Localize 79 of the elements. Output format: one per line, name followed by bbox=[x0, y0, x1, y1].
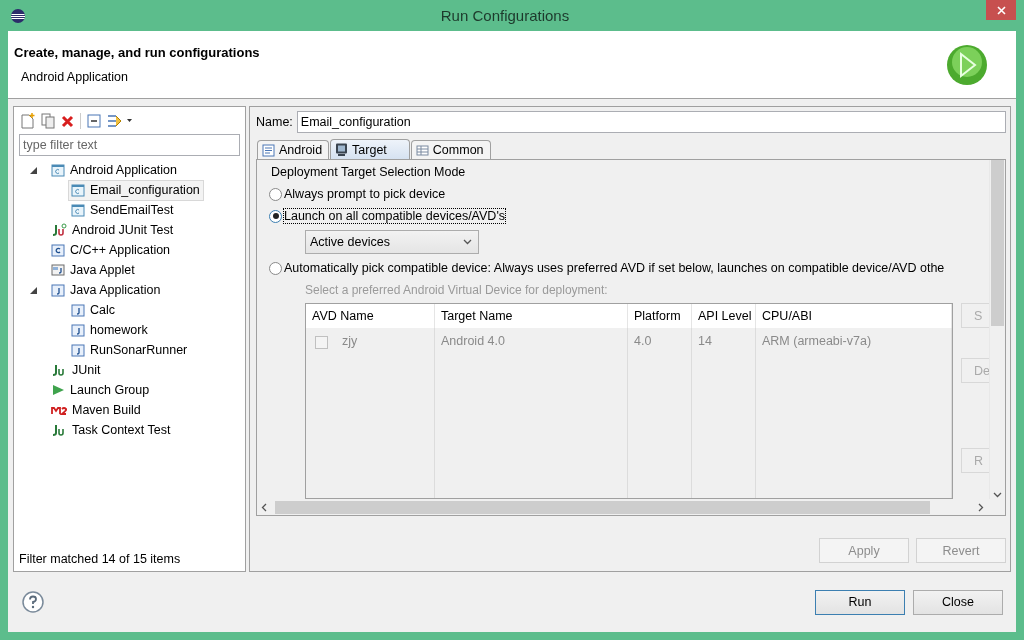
java-file-icon bbox=[71, 303, 85, 317]
play-icon bbox=[51, 383, 65, 397]
table-cell: Android 4.0 bbox=[441, 334, 505, 348]
java-file-icon bbox=[51, 283, 65, 297]
help-icon[interactable] bbox=[22, 591, 44, 613]
scroll-left-icon[interactable] bbox=[260, 502, 269, 512]
launch-config-icon bbox=[71, 203, 85, 217]
java-file-icon bbox=[71, 343, 85, 357]
delete-icon[interactable] bbox=[61, 114, 74, 128]
tree-item[interactable]: SendEmailTest bbox=[68, 199, 178, 221]
junit-icon bbox=[51, 423, 67, 437]
device-dropdown[interactable]: Active devices bbox=[305, 230, 479, 254]
tab[interactable]: Common bbox=[410, 140, 491, 159]
name-field[interactable]: Email_configuration bbox=[296, 111, 1006, 133]
launch-config-icon bbox=[51, 163, 65, 177]
column-header[interactable]: Platform bbox=[628, 304, 692, 328]
run-button[interactable]: Run bbox=[815, 589, 905, 615]
close-dialog-button[interactable]: Close bbox=[913, 589, 1003, 615]
tree-item[interactable]: Java Applet bbox=[48, 259, 139, 281]
radio-button[interactable] bbox=[269, 209, 282, 223]
tree-item[interactable]: Java Application bbox=[48, 279, 165, 301]
column-header[interactable]: AVD Name bbox=[306, 304, 435, 328]
header-title: Create, manage, and run configurations bbox=[14, 45, 261, 60]
eclipse-icon bbox=[10, 7, 26, 24]
vertical-scrollbar[interactable] bbox=[989, 160, 1005, 499]
tree-item[interactable]: Email_configuration bbox=[68, 179, 204, 201]
radio-button[interactable] bbox=[269, 187, 282, 201]
tree-item[interactable]: Launch Group bbox=[48, 379, 154, 401]
radio-button[interactable] bbox=[269, 261, 282, 275]
tree-item[interactable]: JUnit bbox=[48, 359, 105, 381]
run-icon bbox=[946, 43, 988, 86]
new-config-icon[interactable] bbox=[21, 113, 35, 129]
filter-status: Filter matched 14 of 15 items bbox=[19, 552, 182, 566]
tree-item[interactable]: RunSonarRunner bbox=[68, 339, 192, 361]
close-icon bbox=[996, 5, 1006, 15]
junit-icon bbox=[51, 363, 67, 377]
table-icon bbox=[415, 143, 429, 157]
window-title: Run Configurations bbox=[439, 7, 571, 24]
checkbox[interactable] bbox=[315, 336, 328, 349]
cpp-file-icon bbox=[51, 243, 65, 257]
tree-item[interactable]: Calc bbox=[68, 299, 119, 321]
junit-icon bbox=[51, 223, 67, 237]
tree-item[interactable]: C/C++ Application bbox=[48, 239, 175, 261]
launch-config-icon bbox=[71, 183, 85, 197]
column-header[interactable]: Target Name bbox=[435, 304, 628, 328]
radio-label[interactable]: Automatically pick compatible device: Always uses preferred AVD if set below, launches on compatible device/AVD othe bbox=[284, 261, 945, 275]
column-header[interactable]: CPU/ABI bbox=[756, 304, 952, 328]
table-cell: 14 bbox=[698, 334, 712, 348]
group-title: Deployment Target Selection Mode bbox=[271, 165, 467, 179]
header-subtitle: Android Application bbox=[21, 70, 130, 84]
table-cell: 4.0 bbox=[634, 334, 652, 348]
table-cell: zjy bbox=[342, 334, 358, 348]
tree-item[interactable]: homework bbox=[68, 319, 152, 341]
table-cell: ARM (armeabi-v7a) bbox=[762, 334, 872, 348]
close-button[interactable] bbox=[986, 0, 1016, 20]
tree-item[interactable]: Task Context Test bbox=[48, 419, 175, 441]
duplicate-icon[interactable] bbox=[41, 113, 55, 129]
tab[interactable]: Android bbox=[257, 140, 330, 159]
tab[interactable]: Target bbox=[330, 139, 410, 159]
applet-icon bbox=[51, 263, 65, 277]
tree-item[interactable]: Maven Build bbox=[48, 399, 145, 421]
collapse-all-icon[interactable] bbox=[87, 114, 101, 128]
radio-label[interactable]: Launch on all compatible devices/AVD's bbox=[284, 209, 506, 223]
java-file-icon bbox=[71, 323, 85, 337]
name-label: Name: bbox=[256, 115, 293, 129]
scroll-right-icon[interactable] bbox=[976, 502, 985, 512]
monitor-icon bbox=[335, 143, 349, 156]
chevron-down-icon bbox=[463, 239, 472, 245]
document-icon bbox=[262, 143, 275, 157]
filter-field[interactable]: type filter text bbox=[19, 134, 240, 156]
scroll-down-icon[interactable] bbox=[993, 490, 1002, 499]
radio-label[interactable]: Always prompt to pick device bbox=[284, 187, 446, 201]
expanded-icon[interactable] bbox=[29, 285, 38, 295]
filter-icon[interactable] bbox=[107, 113, 133, 129]
tree-item[interactable]: Android JUnit Test bbox=[48, 219, 178, 241]
expanded-icon[interactable] bbox=[29, 165, 38, 175]
tree-item[interactable]: Android Application bbox=[48, 159, 182, 181]
avd-hint: Select a preferred Android Virtual Device for deployment: bbox=[305, 283, 609, 297]
column-header[interactable]: API Level bbox=[692, 304, 756, 328]
